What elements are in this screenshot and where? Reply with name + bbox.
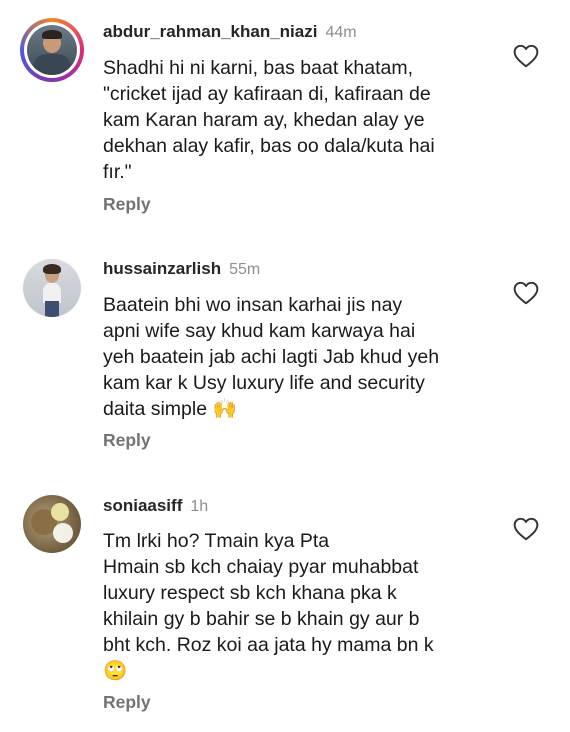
username-text[interactable]: abdur_rahman_khan_niazi	[103, 22, 317, 41]
reply-button[interactable]: Reply	[103, 692, 151, 713]
reply-button[interactable]: Reply	[103, 430, 151, 451]
comment-text: Tm lrki ho? Tmain kya Pta Hmain sb kch c…	[103, 530, 434, 682]
comment-username[interactable]: soniaasiff 1h	[103, 496, 208, 516]
heart-outline-icon[interactable]	[513, 517, 539, 541]
avatar-image	[23, 259, 81, 317]
avatar-image	[23, 495, 81, 553]
comment-text: Shadhi hi ni karni, bas baat khatam, "cr…	[103, 57, 435, 183]
avatar[interactable]	[20, 18, 84, 82]
comment-username[interactable]: abdur_rahman_khan_niazi 44m	[103, 22, 357, 42]
comment-timestamp: 55m	[229, 261, 261, 278]
heart-outline-icon[interactable]	[513, 44, 539, 68]
story-ring	[20, 18, 84, 82]
comment-timestamp: 1h	[190, 498, 209, 515]
username-text[interactable]: soniaasiff	[103, 496, 182, 515]
heart-outline-icon[interactable]	[513, 281, 539, 305]
avatar[interactable]	[20, 492, 84, 556]
avatar-image	[27, 25, 77, 75]
avatar[interactable]	[20, 256, 84, 320]
reply-button[interactable]: Reply	[103, 194, 151, 215]
comment-timestamp: 44m	[325, 24, 357, 41]
username-text[interactable]: hussainzarlish	[103, 259, 221, 278]
comment-username[interactable]: hussainzarlish 55m	[103, 259, 260, 279]
comment-text: Baatein bhi wo insan karhai jis nay apni…	[103, 294, 440, 420]
